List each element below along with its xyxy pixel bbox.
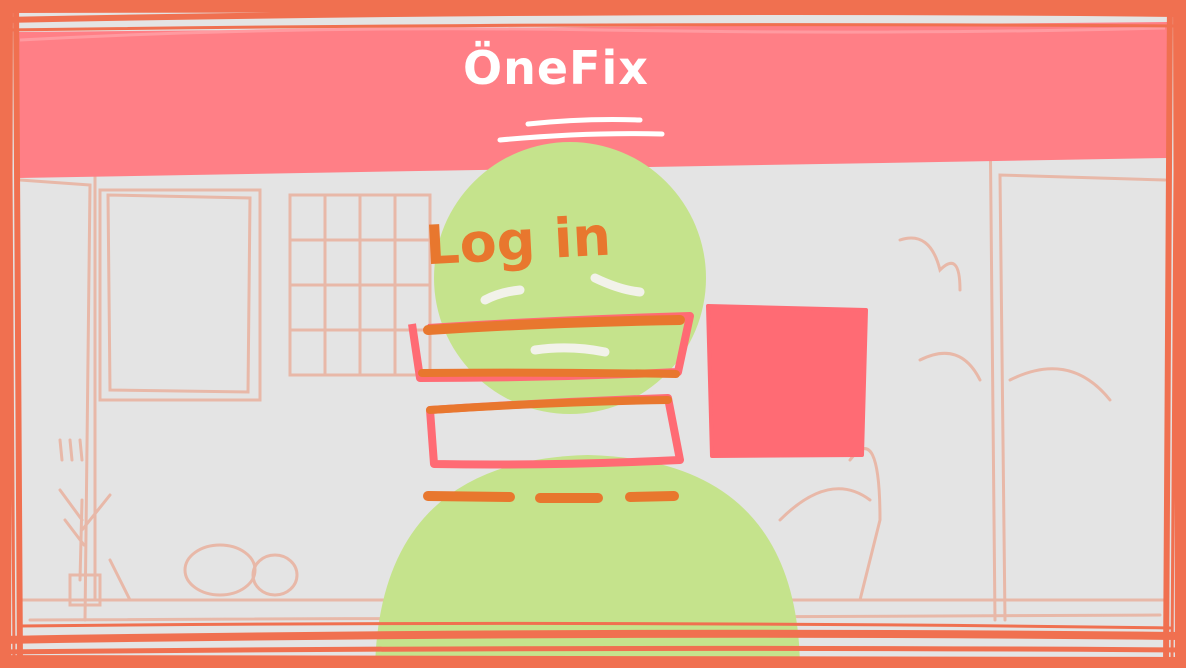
forgot-password-link[interactable] — [420, 482, 685, 512]
password-field[interactable] — [430, 400, 684, 468]
login-button[interactable] — [706, 306, 866, 458]
app-title: ÖneFix — [463, 41, 649, 95]
login-heading: Log in — [423, 204, 613, 278]
app-screen: ÖneFix Log in — [0, 0, 1186, 668]
username-field[interactable] — [420, 314, 686, 378]
